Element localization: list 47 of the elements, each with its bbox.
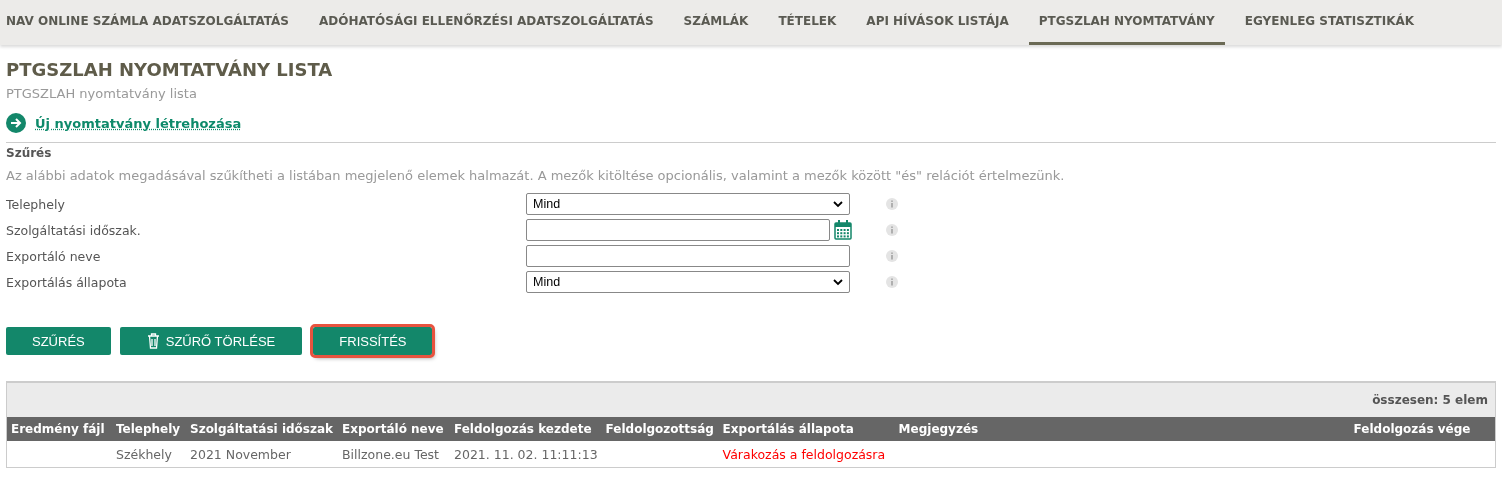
text-field[interactable] [526, 245, 850, 267]
column-header: Exportáló neve [338, 417, 450, 441]
nav-tab[interactable]: PTGSZLAH NYOMTATVÁNY [1028, 0, 1225, 45]
item-count: összesen: 5 elem [1372, 393, 1488, 407]
date-field[interactable] [526, 219, 830, 241]
info-icon[interactable] [886, 198, 898, 210]
action-button[interactable]: FRISSÍTÉS [313, 327, 433, 355]
arrow-right-icon[interactable] [6, 113, 26, 133]
column-header: Szolgáltatási időszak [186, 417, 338, 441]
field-label: Telephely [6, 196, 66, 212]
field-label: Exportáló neve [6, 248, 102, 264]
nav-tab[interactable]: ADÓHATÓSÁGI ELLENŐRZÉSI ADATSZOLGÁLTATÁS [309, 0, 664, 45]
table-cell: 2021. 11. 02. 11:11:13 [450, 441, 602, 467]
column-header: Feldolgozás vége [1349, 417, 1495, 441]
filter-description: Az alábbi adatok megadásával szűkítheti a listában megjelenő elemek halmazát. A mezők kitöltése opcionális, valamint a mezők között "és" relációt értelmezünk. [6, 168, 1066, 183]
table-cell: Székhely [112, 441, 186, 467]
chevron-down-icon [833, 200, 843, 208]
select-field[interactable]: Mind [526, 271, 850, 293]
column-header: Feldolgozás kezdete [450, 417, 602, 441]
info-icon[interactable] [886, 224, 898, 236]
field-label: Szolgáltatási időszak. [6, 222, 142, 238]
nav-tab[interactable]: TÉTELEK [768, 0, 847, 45]
nav-tab[interactable]: SZÁMLÁK [673, 0, 759, 45]
chevron-down-icon [833, 278, 843, 286]
section-heading: Szűrés [6, 146, 53, 160]
column-header: Exportálás állapota [718, 417, 895, 441]
column-header: Eredmény fájl [7, 417, 112, 441]
action-button[interactable]: SZŰRŐ TÖRLÉSE [119, 327, 303, 355]
nav-tab[interactable]: EGYENLEG STATISZTIKÁK [1234, 0, 1425, 45]
create-link[interactable]: Új nyomtatvány létrehozása [35, 115, 242, 131]
action-button[interactable]: SZŰRÉS [6, 327, 111, 355]
trash-icon [146, 333, 160, 349]
calendar-icon[interactable] [834, 220, 852, 240]
column-header: Telephely [112, 417, 186, 441]
field-label: Exportálás állapota [6, 274, 128, 290]
status-text: Várakozás a feldolgozásra [718, 441, 895, 467]
info-icon[interactable] [886, 276, 898, 288]
info-icon[interactable] [886, 250, 898, 262]
table-cell: 2021 November [186, 441, 338, 467]
page-subtitle: PTGSZLAH nyomtatvány lista [6, 86, 198, 101]
column-header: Feldolgozottság [601, 417, 719, 441]
nav-tab[interactable]: NAV ONLINE SZÁMLA ADATSZOLGÁLTATÁS [6, 0, 299, 45]
column-header: Megjegyzés [894, 417, 1350, 441]
select-field[interactable]: Mind [526, 193, 850, 215]
page-title: PTGSZLAH NYOMTATVÁNY LISTA [6, 59, 334, 80]
nav-tab[interactable]: API HÍVÁSOK LISTÁJA [856, 0, 1019, 45]
table-cell: Billzone.eu Test [338, 441, 450, 467]
